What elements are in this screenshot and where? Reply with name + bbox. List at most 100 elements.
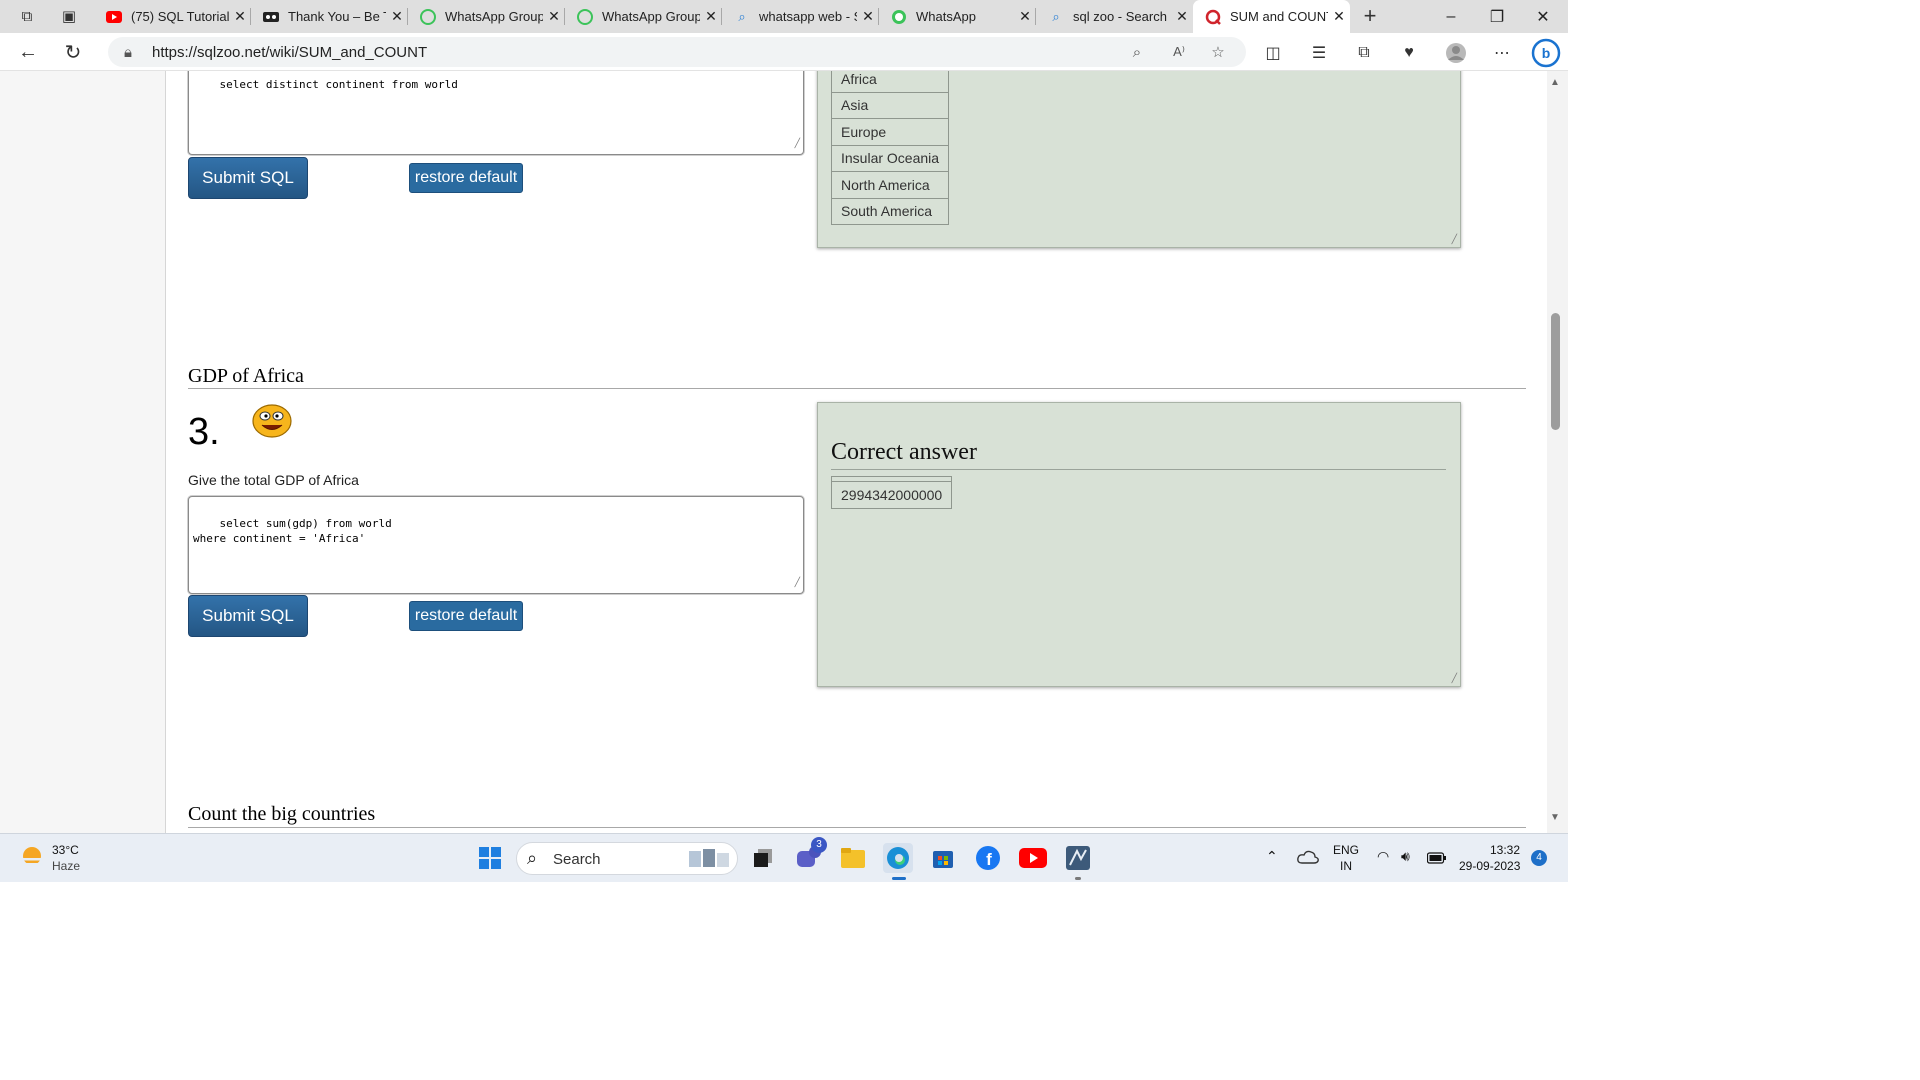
tab-sql-zoo-search[interactable]: ⌕ sql zoo - Search ✕ (1036, 0, 1193, 33)
bing-chat-icon[interactable]: b (1531, 38, 1561, 68)
search-highlight-icon (687, 847, 731, 871)
tab-close-icon[interactable]: ✕ (1171, 8, 1193, 25)
vertical-scrollbar[interactable]: ▲ ▼ (1547, 71, 1568, 833)
favorite-star-icon[interactable]: ☆ (1208, 43, 1228, 61)
tab-close-icon[interactable]: ✕ (1014, 8, 1036, 25)
sql-editor-prev[interactable]: select distinct continent from world ╱ (188, 71, 804, 155)
clock-time[interactable]: 13:32 (1490, 842, 1520, 858)
tab-title: WhatsApp Group (445, 9, 543, 24)
tab-close-icon[interactable]: ✕ (857, 8, 879, 25)
tab-title: Thank You – Be The (288, 9, 386, 24)
resize-grip-icon[interactable]: ╱ (1452, 673, 1457, 684)
minimize-icon[interactable]: ‒ (1428, 0, 1474, 33)
tab-close-icon[interactable]: ✕ (229, 8, 251, 25)
edge-icon[interactable] (883, 843, 913, 880)
clock-date[interactable]: 29-09-2023 (1459, 858, 1520, 874)
notification-badge[interactable]: 4 (1531, 850, 1547, 866)
tab-whatsapp-group-2[interactable]: WhatsApp Group ✕ (565, 0, 722, 33)
restore-default-button[interactable]: restore default (409, 601, 523, 631)
tab-title: (75) SQL Tutorial (131, 9, 229, 24)
collections-icon[interactable]: ⧉ (1353, 42, 1375, 64)
read-aloud-icon[interactable]: A⁾ (1169, 43, 1189, 61)
result-panel-prev: Africa Asia Europe Insular Oceania North… (817, 71, 1461, 248)
url-text[interactable]: https://sqlzoo.net/wiki/SUM_and_COUNT (152, 44, 427, 61)
restore-default-button-prev[interactable]: restore default (409, 163, 523, 193)
language-line2[interactable]: IN (1340, 858, 1352, 874)
zoom-icon[interactable]: ⌕ (1127, 43, 1147, 61)
question-number: 3. (188, 411, 220, 453)
table-cell: 2994342000000 (830, 481, 953, 509)
result-table-prev: Africa Asia Europe Insular Oceania North… (830, 71, 950, 225)
whatsapp-icon (420, 8, 436, 25)
sql-workbench-icon[interactable] (1063, 843, 1093, 880)
resize-grip-icon[interactable]: ╱ (795, 137, 800, 152)
resize-grip-icon[interactable]: ╱ (1452, 234, 1457, 245)
restore-icon[interactable]: ❐ (1474, 0, 1520, 33)
browser-essentials-icon[interactable]: ♥ (1398, 42, 1420, 64)
table-cell: Africa (830, 71, 950, 93)
tab-close-icon[interactable]: ✕ (1328, 8, 1350, 25)
scroll-up-icon[interactable]: ▲ (1550, 77, 1560, 88)
site-icon (263, 9, 279, 25)
sql-editor-text[interactable]: select distinct continent from world (220, 78, 458, 91)
resize-grip-icon[interactable]: ╱ (795, 576, 800, 591)
task-view-icon[interactable] (748, 843, 778, 873)
battery-icon[interactable] (1426, 851, 1447, 864)
tab-whatsapp-web-search[interactable]: ⌕ whatsapp web - Search ✕ (722, 0, 879, 33)
onedrive-icon[interactable] (1297, 849, 1319, 865)
section-heading-big-countries: Count the big countries (188, 803, 376, 825)
sql-editor-text[interactable]: select sum(gdp) from world where contine… (193, 517, 392, 545)
show-hidden-icons-icon[interactable]: ⌃ (1266, 848, 1278, 864)
table-cell: Asia (830, 91, 950, 119)
tab-sum-and-count[interactable]: SUM and COUNT ✕ (1193, 0, 1350, 33)
weather-haze-icon[interactable] (18, 844, 46, 872)
tab-actions-icon[interactable]: ▣ (55, 4, 83, 28)
youtube-app-icon[interactable] (1018, 843, 1048, 873)
taskbar-search-placeholder[interactable]: Search (553, 851, 601, 868)
new-tab-icon[interactable]: + (1356, 3, 1384, 28)
youtube-icon (106, 9, 122, 25)
wifi-icon[interactable]: ◠ (1377, 848, 1389, 864)
close-window-icon[interactable]: ✕ (1520, 0, 1566, 33)
url-field[interactable]: 🔒︎ https://sqlzoo.net/wiki/SUM_and_COUNT… (108, 37, 1246, 67)
favorites-icon[interactable]: ☰ (1308, 42, 1330, 64)
scroll-down-icon[interactable]: ▼ (1550, 812, 1560, 823)
section-divider (188, 827, 1526, 828)
split-screen-icon[interactable]: ◫ (1262, 42, 1284, 64)
file-explorer-icon[interactable] (838, 843, 868, 873)
teams-chat-icon[interactable]: 3 (793, 837, 827, 873)
more-options-icon[interactable]: ⋯ (1491, 42, 1513, 64)
tab-close-icon[interactable]: ✕ (700, 8, 722, 25)
section-heading-gdp-africa: GDP of Africa (188, 365, 304, 387)
search-icon: ⌕ (527, 848, 538, 868)
start-icon[interactable] (475, 843, 505, 873)
left-gutter (0, 71, 166, 833)
tab-whatsapp[interactable]: WhatsApp ✕ (879, 0, 1036, 33)
weather-desc[interactable]: Haze (52, 858, 80, 874)
tab-close-icon[interactable]: ✕ (543, 8, 565, 25)
refresh-icon[interactable]: ↻ (58, 38, 88, 66)
sql-editor[interactable]: select sum(gdp) from world where contine… (188, 496, 804, 594)
table-row: South America (830, 197, 950, 225)
submit-sql-button-prev[interactable]: Submit SQL (188, 157, 308, 199)
back-icon[interactable]: ← (13, 38, 43, 66)
taskbar: 33°C Haze ⌕ Search 3 f ⌃ ENG IN ◠ 🔊︎ 13:… (0, 833, 1568, 882)
facebook-icon[interactable]: f (973, 843, 1003, 873)
language-line1[interactable]: ENG (1333, 842, 1359, 858)
taskbar-search[interactable]: ⌕ Search (516, 842, 738, 875)
tab-thank-you[interactable]: Thank You – Be The ✕ (251, 0, 408, 33)
tab-whatsapp-group-1[interactable]: WhatsApp Group ✕ (408, 0, 565, 33)
scrollbar-thumb[interactable] (1551, 313, 1560, 430)
open-app-indicator (1075, 877, 1081, 880)
teams-badge: 3 (811, 837, 827, 853)
weather-temp[interactable]: 33°C (52, 842, 79, 858)
profile-avatar[interactable] (1445, 42, 1467, 64)
tab-close-icon[interactable]: ✕ (386, 8, 408, 25)
workspaces-icon[interactable]: ⧉ (13, 4, 41, 28)
submit-sql-button[interactable]: Submit SQL (188, 595, 308, 637)
tab-sql-tutorial[interactable]: (75) SQL Tutorial ✕ (94, 0, 251, 33)
svg-text:f: f (986, 850, 992, 869)
store-icon[interactable] (928, 843, 958, 873)
lock-icon[interactable]: 🔒︎ (118, 43, 138, 61)
volume-icon[interactable]: 🔊︎ (1401, 848, 1410, 864)
